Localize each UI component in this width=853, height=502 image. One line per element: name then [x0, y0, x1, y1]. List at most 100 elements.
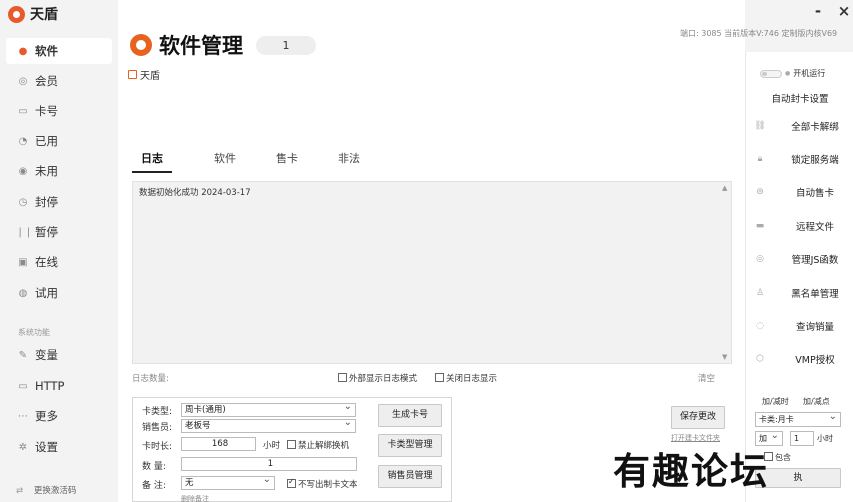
external-log-label: 外部显示日志模式	[349, 374, 418, 384]
manage-js-button[interactable]: ◎ 管理JS函数	[746, 248, 853, 270]
blacklist-button[interactable]: ♙ 黑名单管理	[746, 282, 853, 304]
seller-value: 老板号	[185, 421, 211, 431]
sidebar-item-label: 暂停	[35, 225, 58, 239]
sidebar-item-label: 已用	[35, 134, 58, 148]
operation-unit-label: 小时	[817, 434, 833, 443]
trial-icon: ◍	[18, 287, 28, 299]
close-log-option[interactable]: 关闭日志显示	[435, 372, 497, 384]
tab-illegal[interactable]: 非法	[318, 150, 380, 173]
remote-file-label: 远程文件	[795, 222, 834, 233]
card-class-value: 卡类:月卡	[759, 415, 794, 424]
note-value: 无	[185, 478, 194, 488]
sidebar-item-online[interactable]: ▣ 在线	[6, 249, 112, 275]
log-scrollbar[interactable]: ▲ ▼	[721, 182, 731, 363]
sidebar-item-software[interactable]: ● 软件	[6, 38, 112, 64]
card-class-select[interactable]: 卡类:月卡	[755, 410, 841, 427]
auto-ban-settings-button[interactable]: 自动封卡设置	[746, 91, 853, 105]
sidebar-item-trial[interactable]: ◍ 试用	[6, 280, 112, 306]
vmp-auth-label: VMP授权	[795, 355, 835, 366]
right-panel: ● 开机运行 自动封卡设置 ⛓ 全部卡解绑 🔒︎ 锁定服务端 ⊜ 自动售卡 ▬ …	[745, 52, 853, 502]
boot-run-toggle[interactable]	[760, 69, 782, 78]
sidebar-item-more[interactable]: ⋯ 更多	[6, 403, 112, 429]
sidebar-item-label: 更多	[35, 409, 58, 423]
folder-icon: ▬	[755, 221, 765, 231]
calendar-icon	[128, 70, 137, 79]
seller-manage-button[interactable]: 销售员管理	[378, 465, 442, 488]
sidebar-item-used[interactable]: ◔ 已用	[6, 128, 112, 154]
main-panel: 软件管理 1 端口: 3085 当前版本V:746 定制版内核V69 天盾 日志…	[118, 0, 837, 502]
external-log-option[interactable]: 外部显示日志模式	[338, 372, 417, 384]
auto-sell-label: 自动售卡	[795, 188, 834, 199]
log-line: 数据初始化成功 2024-03-17	[139, 188, 251, 198]
dot-icon: ●	[785, 70, 791, 77]
sidebar-item-pause[interactable]: ❘❘ 暂停	[6, 219, 112, 245]
close-log-checkbox[interactable]	[435, 373, 444, 382]
external-log-checkbox[interactable]	[338, 373, 347, 382]
close-button[interactable]: ×	[836, 2, 852, 20]
vmp-auth-button[interactable]: ⬡ VMP授权	[746, 348, 853, 370]
more-icon: ⋯	[18, 410, 28, 422]
sidebar-item-http[interactable]: ▭ HTTP	[6, 373, 112, 399]
duration-input[interactable]: 168	[181, 437, 256, 451]
scroll-up-icon[interactable]: ▲	[722, 184, 727, 192]
sidebar-item-settings[interactable]: ✲ 设置	[6, 434, 112, 460]
unused-icon: ◉	[18, 165, 28, 177]
change-activation-link[interactable]: ⇄ 更换激活码	[16, 484, 76, 496]
monitor-icon: ▣	[18, 256, 28, 268]
sidebar-item-label: 试用	[35, 286, 58, 300]
lock-icon: 🔒︎	[757, 154, 763, 164]
card-icon: ▭	[18, 105, 28, 117]
query-sales-button[interactable]: ◌ 查询销量	[746, 315, 853, 337]
blacklist-label: 黑名单管理	[791, 289, 839, 300]
sidebar-item-label: 在线	[35, 255, 58, 269]
no-unbind-option[interactable]: 禁止解绑换机	[287, 439, 349, 451]
tab-log[interactable]: 日志	[132, 150, 172, 173]
script-icon: ◎	[756, 254, 764, 264]
app-logo: 天盾	[8, 4, 58, 24]
boot-run-toggle-row[interactable]: ● 开机运行	[760, 68, 825, 79]
card-type-select[interactable]: 周卡(通用)	[181, 401, 356, 417]
log-count-label: 日志数量:	[132, 374, 169, 384]
tab-sales[interactable]: 售卡	[256, 150, 318, 173]
add-points-label: 加/减点	[803, 397, 830, 406]
swap-icon: ⇄	[16, 486, 24, 496]
unbind-all-button[interactable]: ⛓ 全部卡解绑	[746, 115, 853, 137]
log-textarea[interactable]: 数据初始化成功 2024-03-17 ▲ ▼	[132, 181, 732, 364]
seller-select[interactable]: 老板号	[181, 417, 356, 433]
software-manage-icon	[130, 34, 152, 56]
sidebar-item-variable[interactable]: ✎ 变量	[6, 342, 112, 368]
scroll-down-icon[interactable]: ▼	[722, 353, 727, 361]
auto-sell-button[interactable]: ⊜ 自动售卡	[746, 181, 853, 203]
sidebar-item-ban[interactable]: ◷ 封停	[6, 189, 112, 215]
no-unbind-checkbox[interactable]	[287, 440, 296, 449]
boot-run-label: 开机运行	[793, 69, 826, 78]
sidebar-item-unused[interactable]: ◉ 未用	[6, 158, 112, 184]
no-write-option[interactable]: 不写出制卡文本	[287, 477, 358, 490]
card-type-label: 卡类型:	[142, 407, 173, 417]
edit-icon: ✎	[18, 349, 28, 361]
hour-label: 小时	[263, 441, 281, 451]
minimize-button[interactable]: -	[810, 2, 826, 20]
sidebar-item-card[interactable]: ▭ 卡号	[6, 98, 112, 124]
no-write-checkbox[interactable]	[287, 477, 296, 488]
used-icon: ◔	[18, 135, 28, 147]
operation-amount-input[interactable]: 1	[790, 431, 814, 446]
note-label: 备 注:	[142, 481, 166, 491]
member-icon: ◎	[18, 75, 28, 87]
card-type-manage-button[interactable]: 卡类型管理	[378, 434, 442, 457]
unbind-all-label: 全部卡解绑	[791, 122, 839, 133]
search-icon: ◌	[756, 321, 764, 331]
sidebar-item-member[interactable]: ◎ 会员	[6, 68, 112, 94]
remote-file-button[interactable]: ▬ 远程文件	[746, 215, 853, 237]
delete-note-link[interactable]: 删除备注	[181, 494, 209, 502]
card-type-value: 周卡(通用)	[185, 405, 226, 415]
sidebar-item-label: 未用	[35, 164, 58, 178]
close-log-label: 关闭日志显示	[446, 374, 498, 384]
generate-card-button[interactable]: 生成卡号	[378, 404, 442, 427]
tab-software[interactable]: 软件	[194, 150, 256, 173]
lock-server-button[interactable]: 🔒︎ 锁定服务端	[746, 148, 853, 170]
clear-log-button[interactable]: 清空	[698, 372, 715, 384]
save-changes-button[interactable]: 保存更改	[671, 406, 725, 429]
quantity-input[interactable]: 1	[181, 457, 357, 471]
note-select[interactable]: 无	[181, 474, 275, 490]
